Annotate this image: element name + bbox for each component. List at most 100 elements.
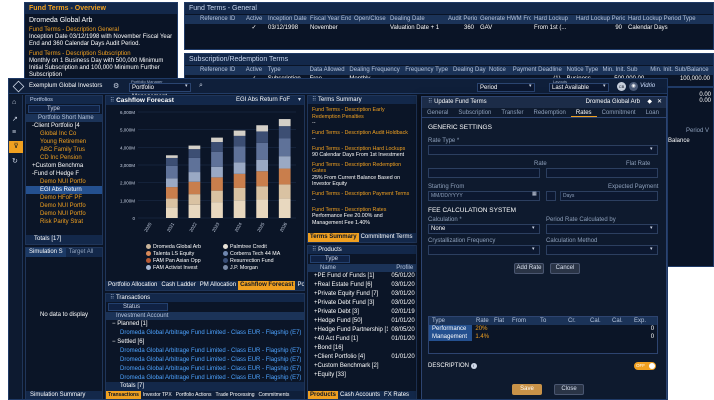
portfolio-item[interactable]: + Custom Benchma (26, 162, 102, 170)
period-rate-select[interactable] (546, 224, 658, 234)
group-row[interactable]: − Settled [6] (106, 338, 304, 347)
drag-handle-icon[interactable]: ⠿ (110, 294, 114, 302)
portfolio-item[interactable]: - Fund of Hedge F (26, 170, 102, 178)
tab-cashflow-forecast[interactable]: Cashflow Forecast (238, 281, 296, 290)
subred-col[interactable]: Dealing Frequency (346, 66, 402, 75)
subred-col[interactable]: Payment Deadline (510, 66, 564, 75)
portfolio-item[interactable]: - Client Portfolio [4 (26, 122, 102, 130)
drag-handle-icon[interactable]: ⠿ (428, 97, 432, 108)
group-row[interactable]: − Planned [1] (106, 320, 304, 329)
bar-segment[interactable] (256, 186, 269, 200)
rates-col-3[interactable]: From (509, 317, 537, 325)
subred-col[interactable]: Notice Type (564, 66, 600, 75)
rate-row[interactable]: Management 1.4% 0 (429, 333, 657, 341)
tab-transactions[interactable]: Transactions (106, 391, 141, 399)
rate-input[interactable] (428, 168, 540, 178)
save-button[interactable]: Save (512, 384, 542, 395)
tab-products[interactable]: Products (308, 391, 339, 399)
portfolio-item[interactable]: Global Inc Co (26, 130, 102, 138)
tab-fx-rates[interactable]: FX Rates (382, 391, 411, 399)
module-select[interactable]: Portfolio Management (129, 83, 191, 100)
tab-more[interactable]: Po... (295, 281, 304, 290)
drag-handle-icon[interactable]: ⠿ (110, 97, 114, 106)
legend-item[interactable]: J.P. Morgan (223, 265, 296, 271)
globe-icon[interactable]: ◉ (629, 82, 638, 91)
dialog-tab-subscription[interactable]: Subscription (453, 108, 496, 117)
subred-col[interactable]: Dealing Day (450, 66, 486, 75)
bar-segment[interactable] (165, 207, 178, 218)
portfolio-item[interactable]: Demo NUI Portfo (26, 210, 102, 218)
tab-trade-processing[interactable]: Trade Processing (214, 391, 257, 399)
add-rate-button[interactable]: Add Rate (514, 263, 544, 274)
rates-col-8[interactable]: Exp. (631, 317, 651, 325)
cancel-rate-button[interactable]: Cancel (550, 263, 580, 274)
bar-segment[interactable] (165, 178, 178, 188)
crystallization-select[interactable] (428, 245, 540, 255)
product-row[interactable]: + PE Fund of Funds [1] 05/01/20 (308, 272, 416, 281)
bar-segment[interactable] (278, 184, 291, 199)
bar-segment[interactable] (278, 198, 291, 218)
portfolio-item[interactable]: Demo NUI Portfo (26, 202, 102, 210)
dialog-tab-transfer[interactable]: Transfer (496, 108, 528, 117)
tab-portfolio-allocation[interactable]: Portfolio Allocation (106, 281, 159, 290)
dialog-tab-commitment[interactable]: Commitment (597, 108, 641, 117)
bar-segment[interactable] (278, 168, 291, 185)
bar-segment[interactable] (188, 149, 201, 158)
portfolio-item[interactable]: Young Retiremen (26, 138, 102, 146)
transactions-status-filter[interactable]: Status (108, 303, 168, 311)
product-row[interactable]: + Client Portfolio [4] 01/01/20 (308, 353, 416, 362)
bar-segment[interactable] (211, 142, 223, 152)
period-select[interactable]: Period (477, 83, 535, 92)
tab-cash-ladder[interactable]: Cash Ladder (159, 281, 197, 290)
tab-cash-accounts[interactable]: Cash Accounts (338, 391, 382, 399)
search-icon[interactable]: ⌕ (199, 82, 203, 90)
rates-col-5[interactable]: Cr. (565, 317, 587, 325)
close-icon[interactable]: ✕ (657, 97, 662, 108)
transaction-row[interactable]: Dromeda Global Arbitrage Fund Limited - … (106, 365, 304, 374)
legend-item[interactable]: Palmtree Credit (223, 244, 296, 250)
general-col-active[interactable]: Active (243, 15, 265, 24)
general-col-refid[interactable]: Reference ID (197, 15, 243, 24)
filter-icon[interactable]: ⊽ (9, 141, 23, 153)
product-row[interactable]: + Equity [33] (308, 371, 416, 380)
product-row[interactable]: + Private Debt [3] 02/01/19 (308, 308, 416, 317)
flat-rate-input[interactable] (546, 168, 658, 178)
bar-segment[interactable] (165, 198, 178, 208)
subred-col[interactable]: Data Allowed (307, 66, 347, 75)
portfolio-item[interactable]: ABC Family Trus (26, 146, 102, 154)
legend-item[interactable]: Talenta LS Equity (146, 251, 219, 257)
general-col-fiscal[interactable]: Fiscal Year End (307, 15, 351, 24)
rates-col-6[interactable]: Cal. (587, 317, 609, 325)
transaction-row[interactable]: Dromeda Global Arbitrage Fund Limited - … (106, 329, 304, 338)
general-col-audit[interactable]: Audit Period (445, 15, 477, 24)
layouts-select[interactable]: Last Available (549, 83, 609, 92)
general-col-hardlockup[interactable]: Hard Lockup (531, 15, 573, 24)
portfolio-item[interactable]: EGI Abs Return (26, 186, 102, 194)
bar-segment[interactable] (165, 187, 178, 199)
rates-col-2[interactable]: Flat (491, 317, 509, 325)
portfolios-type-filter[interactable]: Type (28, 105, 100, 113)
subred-col[interactable]: Active (243, 66, 265, 75)
tab-pm-allocation[interactable]: PM Allocation (198, 281, 238, 290)
bar-segment[interactable] (211, 202, 223, 218)
settings-icon[interactable]: ⚙ (113, 82, 119, 90)
bar-segment[interactable] (233, 173, 246, 188)
legend-item[interactable]: Dromeda Global Arb (146, 244, 219, 250)
bar-segment[interactable] (188, 145, 201, 150)
drag-handle-icon[interactable]: ⠿ (312, 246, 316, 254)
bar-segment[interactable] (211, 166, 223, 178)
bar-segment[interactable] (233, 200, 246, 218)
rates-col-1[interactable]: Rate (473, 317, 491, 325)
product-row[interactable]: + Real Estate Fund [6] 03/01/20 (308, 281, 416, 290)
legend-item[interactable]: Resurrection Fund (223, 258, 296, 264)
subred-col[interactable]: Frequency Type (402, 66, 450, 75)
dialog-tab-loan[interactable]: Loan (641, 108, 664, 117)
general-col-openclose[interactable]: Open/Close (351, 15, 387, 24)
bar-segment[interactable] (256, 142, 269, 160)
dialog-tab-redemption[interactable]: Redemption (529, 108, 571, 117)
dialog-tab-general[interactable]: General (422, 108, 453, 117)
transactions-col-header[interactable]: Investment Account (106, 312, 304, 320)
general-col-hardlockup-period[interactable]: Hard Lockup Period (573, 15, 625, 24)
bar-segment[interactable] (256, 131, 269, 143)
product-row[interactable]: + Hedge Fund Partnership [1] 08/05/20 (308, 326, 416, 335)
